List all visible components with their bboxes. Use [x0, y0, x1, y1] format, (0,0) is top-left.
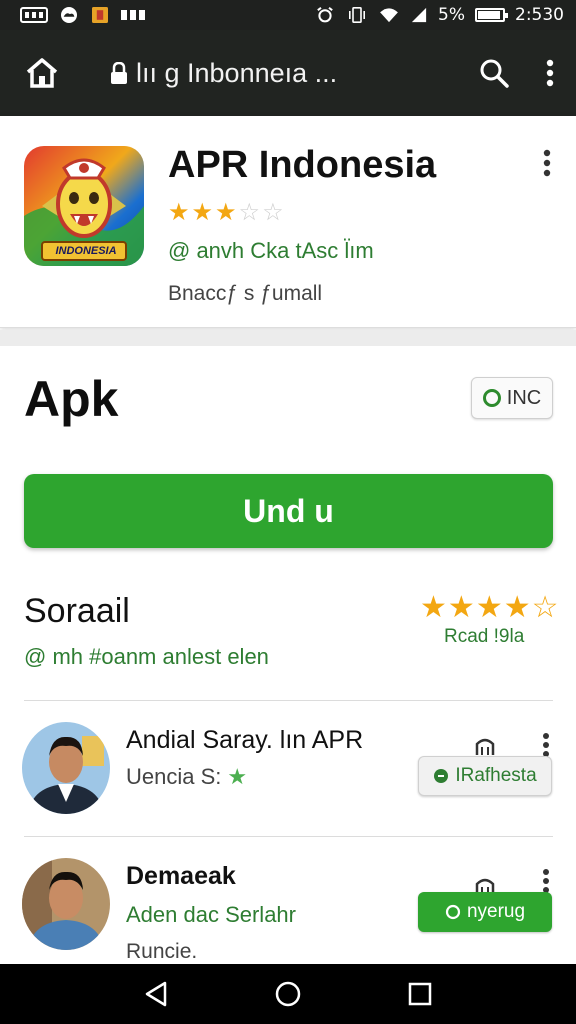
- notification-icon: [20, 7, 48, 23]
- app-icon-label: INDONESIA: [55, 245, 117, 257]
- status-bar: 5% 2:530: [0, 0, 576, 30]
- review-extra: Runcie.: [126, 940, 198, 963]
- star-empty-icon: ☆: [262, 199, 284, 226]
- circle-home-icon: [275, 981, 301, 1007]
- back-button[interactable]: [136, 974, 176, 1014]
- app-notification-icon: [92, 7, 108, 23]
- app-menu-button[interactable]: [540, 148, 554, 178]
- section-title: Apk: [24, 371, 119, 427]
- clock: 2:530: [515, 5, 564, 25]
- overflow-menu-button[interactable]: [540, 53, 560, 93]
- rating-subtitle: @ mh #oanm anlest elen: [24, 644, 269, 669]
- link-icon: [434, 769, 449, 783]
- rating-title: Soraail: [24, 592, 130, 630]
- app-title: APR Indonesia: [168, 144, 437, 186]
- avatar[interactable]: [22, 722, 110, 814]
- home-button[interactable]: [22, 53, 62, 93]
- app-developer[interactable]: @ anvh Cka tAsc l̈ım: [168, 238, 374, 264]
- star-icon: ★: [447, 591, 475, 624]
- browser-toolbar: lıı g Inbonneıa ...: [0, 30, 576, 116]
- alarm-icon: [317, 7, 333, 23]
- star-empty-icon: ☆: [238, 199, 261, 226]
- divider: [24, 836, 553, 837]
- square-recents-icon: [408, 982, 432, 1006]
- chip-label: nyerug: [466, 901, 526, 922]
- recents-button[interactable]: [400, 974, 440, 1014]
- more-vert-icon: [543, 733, 549, 757]
- back-icon: [145, 981, 167, 1007]
- avatar-photo: [22, 858, 110, 950]
- download-button[interactable]: Und u: [24, 474, 553, 548]
- star-empty-icon: ☆: [531, 591, 559, 624]
- reviewer-name: Demaeak: [126, 862, 236, 890]
- more-vert-icon: [546, 59, 554, 87]
- refresh-icon: [445, 904, 461, 920]
- divider: [24, 700, 553, 701]
- star-icon: ★: [168, 199, 190, 226]
- more-vert-icon: [543, 149, 551, 177]
- reviewer-name: Andial Saray. lın APR: [126, 726, 364, 754]
- star-icon: ★: [475, 591, 503, 624]
- system-nav-bar: [0, 964, 576, 1024]
- battery-percent: 5%: [438, 5, 465, 25]
- star-icon: ★: [420, 591, 447, 624]
- star-icon: ★: [215, 199, 237, 226]
- review-meta: Uencia S: ★: [126, 764, 247, 790]
- review-subtitle: Aden dac Serlahr: [126, 902, 296, 927]
- avatar-photo: [22, 722, 110, 814]
- inc-badge-label: INC: [506, 386, 542, 409]
- app-rating-stars: ★ ★ ★ ☆ ☆: [168, 198, 284, 227]
- section-separator: [0, 330, 576, 346]
- cloud-icon: [61, 7, 77, 23]
- chip-label: IRafhesta: [455, 765, 537, 786]
- signal-icon: [411, 7, 427, 23]
- address-bar[interactable]: lıı g Inbonneıa ...: [110, 58, 474, 89]
- review-subtitle: Uencia S:: [126, 764, 222, 789]
- search-button[interactable]: [474, 53, 514, 93]
- app-size: Bnaccƒ s ƒumall: [168, 282, 323, 305]
- home-icon: [26, 58, 58, 88]
- download-bag-icon: [475, 738, 495, 755]
- home-nav-button[interactable]: [268, 974, 308, 1014]
- wifi-icon: [380, 8, 398, 23]
- app-icon[interactable]: INDONESIA: [24, 146, 144, 266]
- review-menu-button[interactable]: [540, 732, 552, 758]
- battery-icon: [475, 8, 508, 22]
- search-icon: [480, 59, 509, 88]
- url-text: lıı g Inbonneıa ...: [136, 57, 338, 88]
- review-menu-button[interactable]: [540, 868, 552, 894]
- inc-badge[interactable]: INC: [471, 377, 553, 419]
- refresh-icon: [482, 389, 501, 407]
- rating-stars: ★ ★ ★ ★ ☆: [420, 590, 559, 625]
- review-action-chip[interactable]: nyerug: [418, 892, 552, 932]
- lock-icon: [111, 62, 127, 84]
- star-icon: ★: [191, 199, 214, 226]
- rating-label: Rcad !9la: [444, 626, 525, 647]
- sim-icon: [121, 10, 145, 20]
- app-header-card: INDONESIA APR Indonesia ★ ★ ★ ☆ ☆ @ anvh…: [0, 116, 576, 328]
- review-action-chip[interactable]: IRafhesta: [418, 756, 552, 796]
- star-icon: ★: [227, 764, 248, 789]
- vibrate-icon: [349, 7, 366, 23]
- star-icon: ★: [503, 591, 531, 624]
- avatar[interactable]: [22, 858, 110, 950]
- more-vert-icon: [543, 869, 549, 893]
